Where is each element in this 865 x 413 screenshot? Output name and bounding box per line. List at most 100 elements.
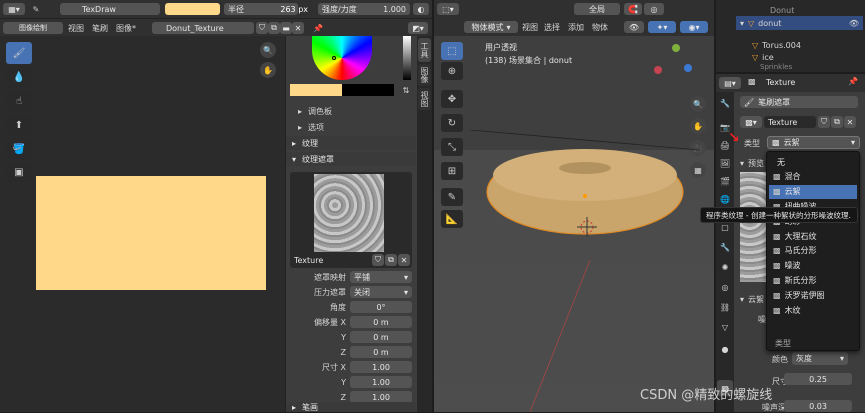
particles-tab-icon[interactable]: ✺ [718, 260, 732, 274]
donut-object[interactable] [470, 130, 700, 412]
depth-field[interactable]: 0.03 [784, 400, 852, 412]
transform-orientation[interactable]: 全局 [574, 3, 620, 15]
type-dropdown[interactable]: ▩ 云絮 ▾ [767, 136, 860, 149]
menu-view[interactable]: 视图 [68, 23, 84, 34]
options-subpanel[interactable]: ▸ 选项 [298, 120, 416, 134]
dropdown-option[interactable]: ▩ 木纹 [769, 303, 857, 317]
overlay-toggle[interactable]: ◩▾ [408, 22, 428, 34]
size-x-field[interactable]: 1.00 [350, 361, 412, 373]
texture-new[interactable]: ⧉ [831, 116, 843, 128]
tab-view[interactable]: 视图 [418, 88, 431, 110]
object-mode-dropdown[interactable]: 物体模式 ▾ [464, 21, 518, 33]
view-layer-tab-icon[interactable]: 🖼 [718, 156, 732, 170]
move-tool[interactable]: ✥ [441, 90, 463, 108]
mask-tool[interactable]: ▣ [6, 162, 32, 182]
texture-browse-button[interactable]: ▩▾ [740, 116, 762, 128]
tool-tab-icon[interactable]: 🔧 [718, 96, 732, 110]
z-axis-dot[interactable] [684, 64, 692, 72]
painted-image[interactable] [36, 176, 266, 290]
outliner-item-sprinkles[interactable]: Sprinkles [760, 63, 792, 71]
dropdown-option[interactable]: ▩ 混合 [769, 170, 857, 184]
value-slider[interactable] [403, 36, 411, 80]
mask-fake-user-button[interactable]: ⛉ [372, 254, 384, 266]
open-image-button[interactable]: ▬ [280, 22, 292, 34]
unlink-image-button[interactable]: ✕ [292, 22, 304, 34]
dropdown-option[interactable]: 无 [769, 155, 857, 169]
offset-x-field[interactable]: 0 m [350, 316, 412, 328]
snap-toggle[interactable]: 🧲 [624, 3, 642, 15]
texture-name-field[interactable]: Texture [764, 116, 816, 128]
x-axis-dot[interactable] [654, 66, 662, 74]
strength-field[interactable]: 强度/力度 1.000 [318, 3, 410, 15]
viewport-menu-select[interactable]: 选择 [544, 22, 560, 33]
brush-name-field[interactable]: TexDraw [60, 3, 160, 15]
select-tool[interactable]: ⬚ [441, 42, 463, 60]
soften-tool[interactable]: 💧 [6, 66, 32, 88]
proportional-edit[interactable]: ◎ [644, 3, 664, 15]
outliner-item-donut-collection[interactable]: Donut [770, 6, 794, 15]
pin-icon[interactable]: 📌 [848, 77, 858, 86]
brush-icon[interactable]: ✎ [30, 3, 42, 15]
measure-tool[interactable]: 📐 [441, 210, 463, 228]
scene-tab-icon[interactable]: 🎬 [718, 174, 732, 188]
data-tab-icon[interactable]: ▽ [718, 320, 732, 334]
viewport-editor-type[interactable]: ⬚▾ [437, 3, 459, 15]
tab-image[interactable]: 图像 [418, 64, 431, 86]
secondary-color-swatch[interactable] [342, 84, 394, 96]
dropdown-option[interactable]: ▩ 噪波 [769, 259, 857, 273]
draw-tool[interactable]: 🖌 [6, 42, 32, 64]
new-image-button[interactable]: ⧉ [268, 22, 280, 34]
mask-new-button[interactable]: ⧉ [385, 254, 397, 266]
cursor-tool[interactable]: ⊕ [441, 62, 463, 80]
dropdown-option[interactable]: ▩ 云絮 [769, 184, 857, 199]
color-dropdown[interactable]: 灰度 ▾ [792, 352, 848, 365]
swap-colors-icon[interactable]: ⇅ [400, 84, 412, 96]
scale-tool[interactable]: ⤡ [441, 138, 463, 156]
mask-mapping-dropdown[interactable]: 平铺 ▾ [350, 271, 412, 283]
brush-color-swatch[interactable] [165, 3, 220, 15]
brush-mask-dropdown[interactable]: 🖌 笔刷遮罩 [740, 96, 858, 108]
primary-color-swatch[interactable] [290, 84, 342, 96]
eye-icon[interactable]: 👁 [849, 19, 859, 28]
offset-z-field[interactable]: 0 m [350, 346, 412, 358]
outliner-item-donut[interactable]: ▾ ▽ donut 👁 [736, 16, 863, 30]
viewport-menu-view[interactable]: 视图 [522, 22, 538, 33]
pan-hand-icon[interactable]: ✋ [260, 62, 276, 78]
fake-user-button[interactable]: ⛉ [256, 22, 268, 34]
outliner-item-ice[interactable]: ▽ ice [752, 50, 863, 64]
modifier-tab-icon[interactable]: 🔧 [718, 240, 732, 254]
strength-pressure-button[interactable]: ◐ [413, 3, 429, 15]
radius-field[interactable]: 半径 263 px [224, 3, 308, 15]
texture-unlink[interactable]: ✕ [844, 116, 856, 128]
zoom-icon[interactable]: 🔍 [260, 42, 276, 58]
size-field[interactable]: 0.25 [784, 373, 852, 385]
properties-type-button[interactable]: ▤▾ [719, 77, 741, 89]
viewport-zoom-icon[interactable]: 🔍 [690, 96, 706, 112]
dropdown-option[interactable]: ▩ 大理石纹 [769, 229, 857, 243]
axis-gizmo[interactable] [652, 40, 698, 86]
palette-subpanel[interactable]: ▸ 调色板 [298, 104, 416, 118]
viewport-menu-add[interactable]: 添加 [568, 22, 584, 33]
image-selector[interactable]: Donut_Texture [152, 22, 254, 34]
rotate-tool[interactable]: ↻ [441, 114, 463, 132]
smear-tool[interactable]: ☝ [6, 90, 32, 112]
overlay-toggle-3d[interactable]: ◉▾ [680, 21, 708, 33]
material-tab-icon[interactable]: ● [718, 342, 732, 356]
editor-type-button[interactable]: ▦▾ [3, 3, 25, 15]
mask-texture-selector[interactable]: Texture [290, 254, 370, 266]
angle-field[interactable]: 0° [350, 301, 412, 313]
preview-panel-header[interactable]: ▾ 预览 [740, 156, 764, 170]
pin-icon[interactable]: 📌 [312, 22, 324, 34]
clouds-panel-header[interactable]: ▾ 云絮 [740, 292, 764, 306]
dropdown-option[interactable]: ▩ 马氏分形 [769, 244, 857, 258]
constraints-tab-icon[interactable]: ⛓ [718, 300, 732, 314]
offset-y-field[interactable]: 0 m [350, 331, 412, 343]
visibility-toggle[interactable]: 👁 [624, 21, 644, 33]
gizmo-toggle[interactable]: ✦▾ [648, 21, 676, 33]
tab-tool[interactable]: 工具 [418, 38, 431, 62]
transform-tool[interactable]: ⊞ [441, 162, 463, 180]
viewport-menu-object[interactable]: 物体 [592, 22, 608, 33]
menu-image[interactable]: 图像* [116, 23, 136, 34]
pressure-mask-dropdown[interactable]: 关闭 ▾ [350, 286, 412, 298]
annotate-tool[interactable]: ✎ [441, 188, 463, 206]
